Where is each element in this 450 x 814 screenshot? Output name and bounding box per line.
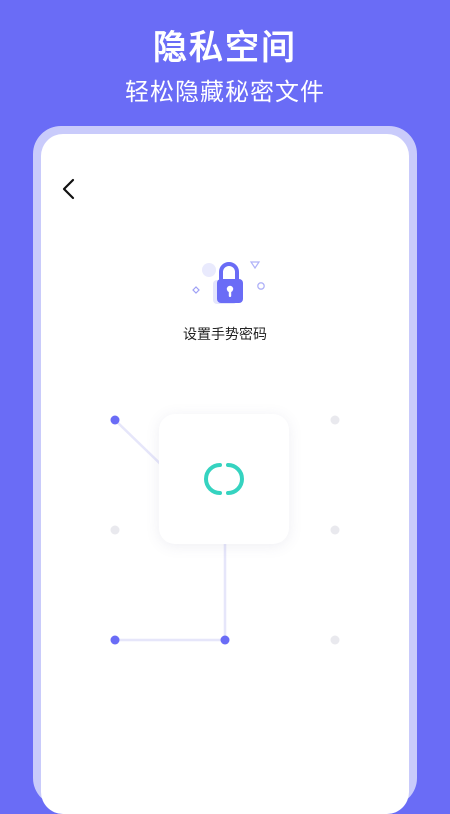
padlock-icon bbox=[192, 261, 265, 304]
pattern-dot-middle-right[interactable] bbox=[330, 525, 340, 535]
pattern-dot-bottom-left[interactable] bbox=[110, 635, 120, 645]
phone-frame: 设置手势密码 bbox=[33, 126, 417, 814]
back-button[interactable] bbox=[55, 174, 83, 204]
phone-screen: 设置手势密码 bbox=[41, 134, 409, 814]
ring-icon bbox=[257, 282, 265, 290]
chevron-left-icon bbox=[62, 178, 75, 200]
promo-subtitle: 轻松隐藏秘密文件 bbox=[125, 78, 325, 106]
pattern-dot-bottom-middle[interactable] bbox=[220, 635, 230, 645]
promo-title: 隐私空间 bbox=[153, 28, 297, 68]
pattern-dot-bottom-right[interactable] bbox=[330, 635, 340, 645]
loading-spinner-icon bbox=[204, 463, 244, 495]
triangle-icon bbox=[249, 261, 261, 270]
loading-card bbox=[159, 414, 289, 544]
pattern-dot-top-right[interactable] bbox=[330, 415, 340, 425]
pattern-dot-middle-left[interactable] bbox=[110, 525, 120, 535]
set-gesture-password-label: 设置手势密码 bbox=[183, 327, 267, 343]
pattern-dot-top-left[interactable] bbox=[110, 415, 120, 425]
sparkle-icon bbox=[192, 286, 200, 294]
